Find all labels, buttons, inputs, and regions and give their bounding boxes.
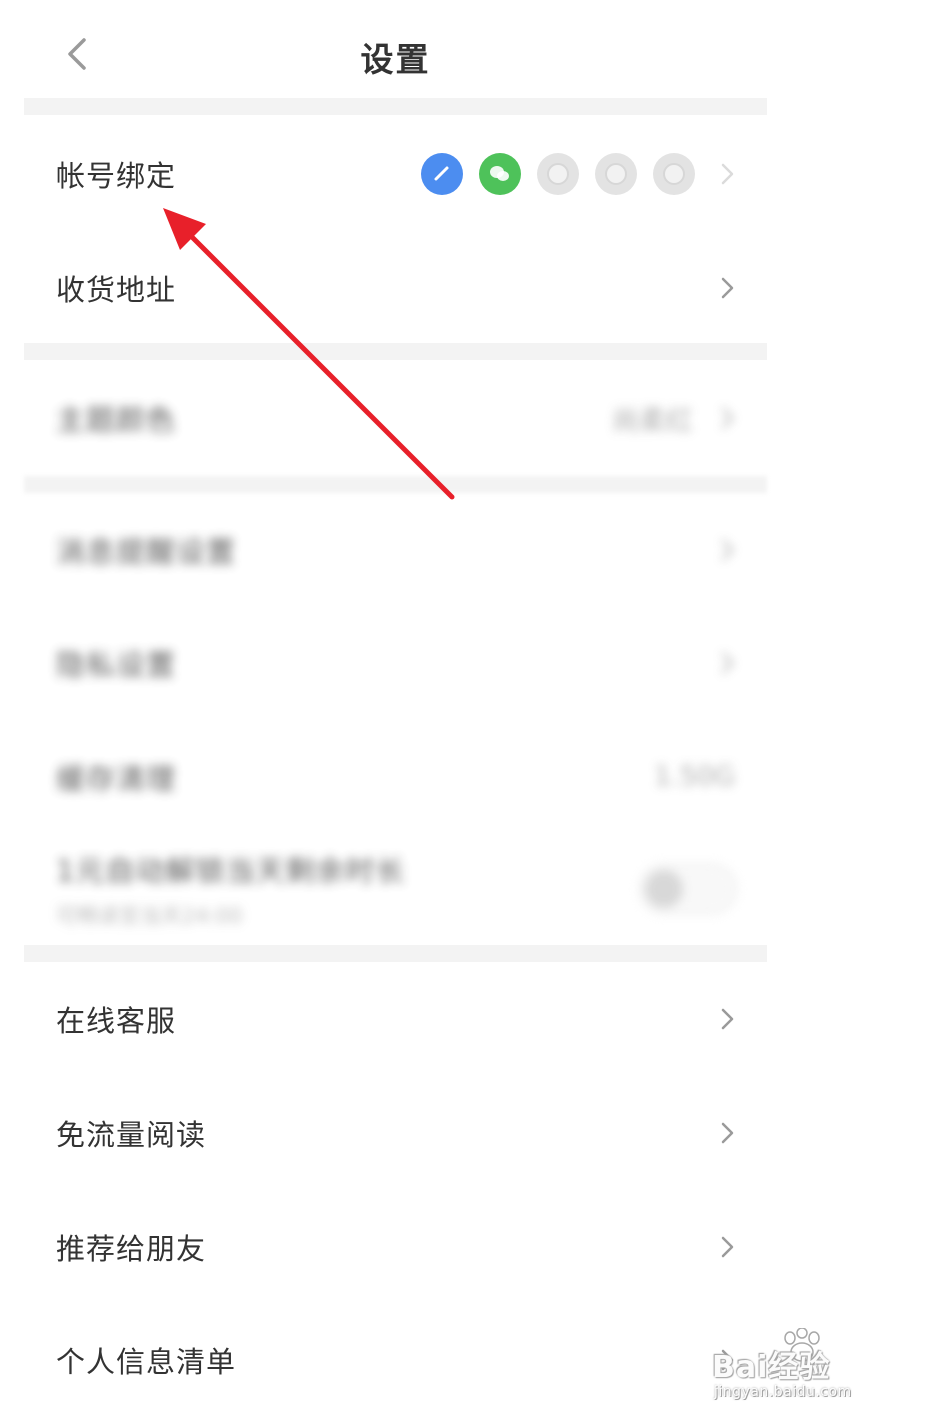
unbound-account-icon [653,152,695,195]
row-shipping-address[interactable]: 收货地址 [24,232,767,343]
page-title: 设置 [360,40,431,79]
auto-unlock-toggle[interactable] [639,864,737,914]
section-divider [24,476,767,493]
row-label: 隐私设置 [56,648,177,682]
chevron-right-icon [717,404,737,432]
row-label: 在线客服 [56,1004,177,1038]
row-cache-clear[interactable]: 缓存清理 1.50G [24,720,767,833]
row-online-service[interactable]: 在线客服 [24,962,767,1076]
bound-accounts [405,152,695,195]
chevron-right-icon [717,536,737,564]
row-label: 收货地址 [56,272,177,307]
section-divider [24,98,767,115]
unbound-account-icon [537,152,579,195]
account-icon-blue [421,152,463,195]
watermark-brand: Bai经验 [712,1350,831,1385]
settings-page: 设置 帐号绑定 收货地址 主题颜色 尚柔红 消息提醒设置 隐私设置 缓存清理 1… [24,0,767,1428]
row-personal-info-list[interactable]: 个人信息清单 [24,1303,767,1416]
auto-unlock-text: 1元自动解锁当天剩余时长 可畅读至当天24:00 [56,848,405,930]
row-label: 个人信息清单 [56,1344,237,1379]
row-auto-unlock: 1元自动解锁当天剩余时长 可畅读至当天24:00 [24,833,767,945]
row-free-data-reading[interactable]: 免流量阅读 [24,1076,767,1190]
row-label: 免流量阅读 [56,1118,207,1152]
row-label: 消息提醒设置 [56,534,237,569]
top-bar: 设置 [24,0,767,98]
wechat-icon [479,152,521,195]
theme-value: 尚柔红 [612,405,693,437]
chevron-right-icon [717,160,737,188]
row-label: 缓存清理 [56,761,177,796]
toggle-knob [645,870,683,908]
section-divider [24,945,767,962]
row-label: 主题颜色 [56,403,177,437]
row-theme-color[interactable]: 主题颜色 尚柔红 [24,360,767,476]
row-privacy-settings[interactable]: 隐私设置 [24,606,767,720]
row-label: 帐号绑定 [56,158,177,193]
cache-size-value: 1.50G [653,761,735,792]
chevron-right-icon [717,1005,737,1033]
row-sublabel: 可畅读至当天24:00 [56,904,243,928]
row-label: 1元自动解锁当天剩余时长 [56,854,406,888]
watermark-url: jingyan.baidu.com [714,1384,852,1400]
row-notification-settings[interactable]: 消息提醒设置 [24,493,767,606]
row-recommend-friends[interactable]: 推荐给朋友 [24,1190,767,1303]
row-label: 推荐给朋友 [56,1231,207,1266]
chevron-right-icon [717,1233,737,1261]
chevron-right-icon [717,1119,737,1147]
section-divider [24,343,767,360]
unbound-account-icon [595,152,637,195]
chevron-right-icon [717,649,737,677]
baidu-jingyan-watermark: Bai经验 jingyan.baidu.com [708,1328,888,1412]
row-account-binding[interactable]: 帐号绑定 [24,115,767,232]
chevron-right-icon [717,274,737,302]
